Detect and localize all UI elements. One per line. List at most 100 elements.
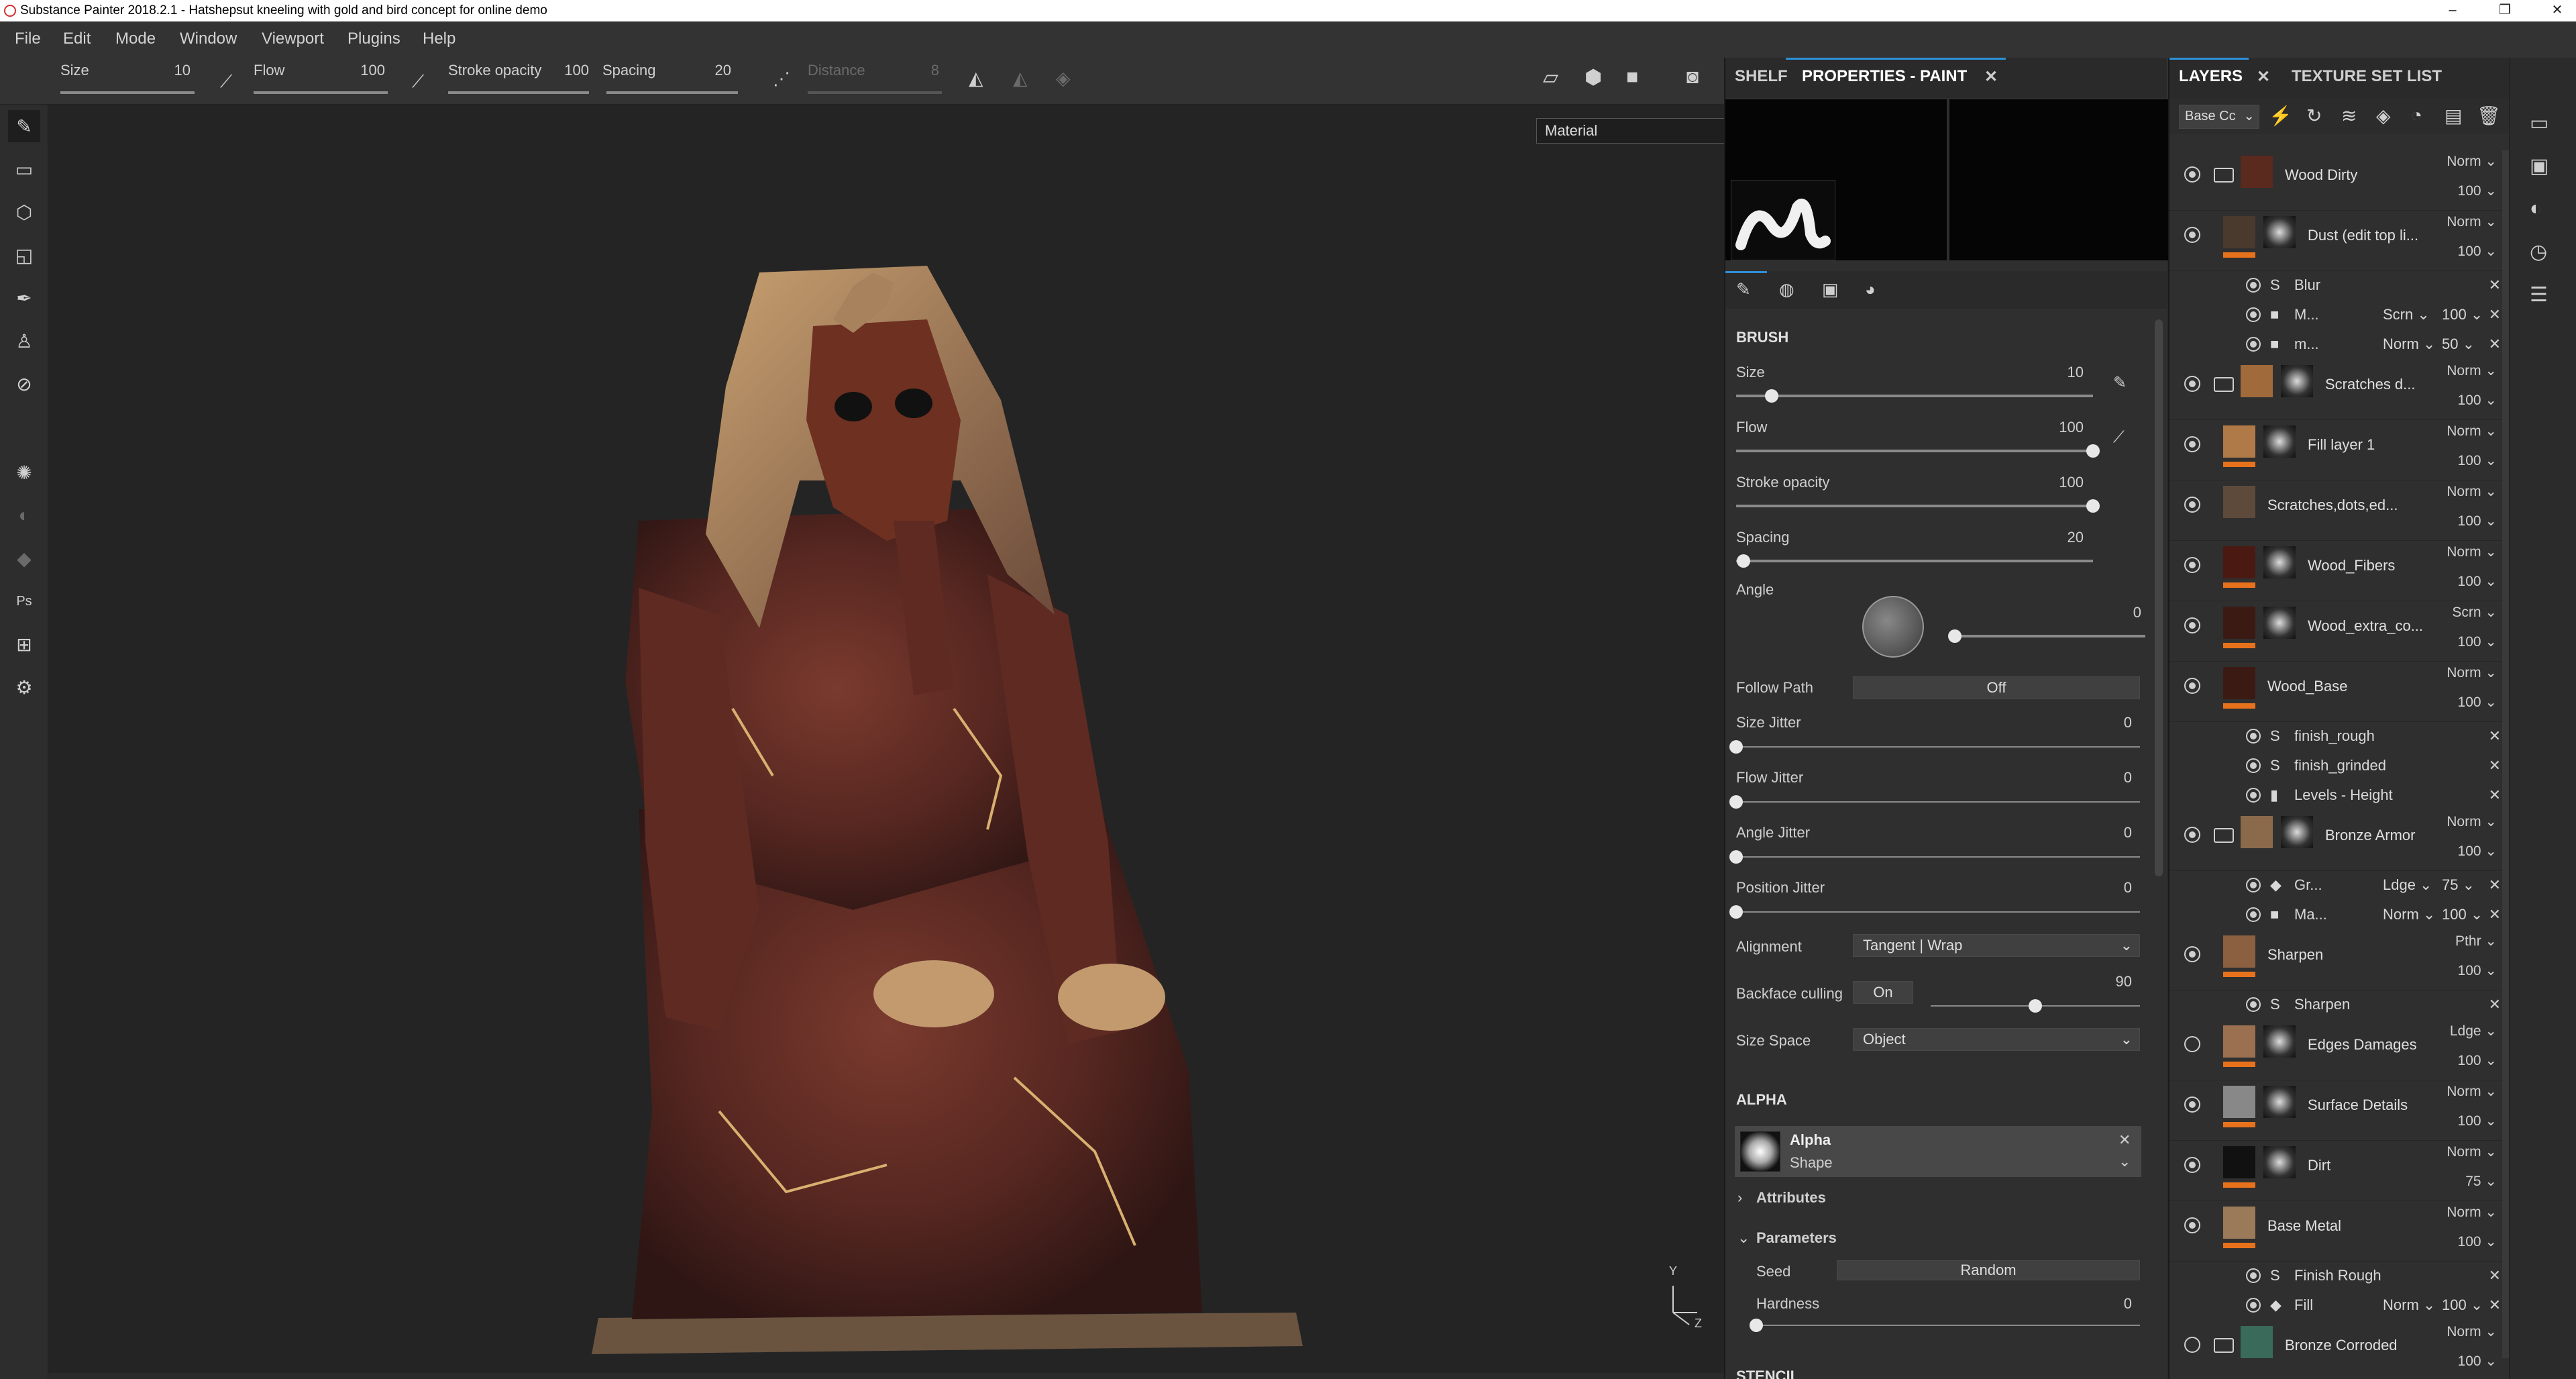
jitter-value[interactable]: 0 <box>2078 824 2132 841</box>
tab-properties-paint[interactable]: PROPERTIES - PAINT <box>1802 67 1967 86</box>
effect-row[interactable]: ▮ Levels - Height ✕ <box>2169 781 2510 811</box>
spark-icon[interactable]: ◆ <box>8 542 40 574</box>
folder-icon[interactable] <box>2214 1338 2234 1353</box>
visibility-on-icon[interactable] <box>2246 729 2261 744</box>
mask-thumbnail[interactable] <box>2281 816 2313 848</box>
mask-thumbnail[interactable] <box>2263 1146 2296 1178</box>
menu-file[interactable]: File <box>15 30 41 48</box>
opacity-value[interactable]: 100 ⌄ <box>2458 573 2497 590</box>
layer-name[interactable]: Wood Dirty <box>2285 166 2469 184</box>
stencil-category-icon[interactable]: ◕ <box>1865 279 1876 300</box>
visibility-on-icon[interactable] <box>2184 376 2200 392</box>
delete-layer-icon[interactable]: 🗑 <box>2477 105 2501 127</box>
layer-row[interactable]: Bronze Armor Norm ⌄ 100 ⌄ <box>2169 811 2510 871</box>
visibility-on-icon[interactable] <box>2184 946 2200 962</box>
photoshop-export-icon[interactable]: Ps <box>8 585 40 617</box>
layer-thumbnail[interactable] <box>2223 546 2255 578</box>
layer-name[interactable]: Wood_Fibers <box>2308 557 2469 574</box>
effect-name[interactable]: Ma... <box>2294 906 2327 923</box>
effect-row[interactable]: Sfinish_rough ✕ <box>2169 722 2510 752</box>
blend-mode-select[interactable]: Norm ⌄ <box>2447 483 2497 500</box>
angle-value[interactable]: 0 <box>2088 604 2141 621</box>
add-layer-icon[interactable]: ≋ <box>2341 105 2357 127</box>
display-settings-icon[interactable]: ▣ <box>2530 154 2548 178</box>
symmetry-axis-icon[interactable]: ◭ <box>1013 67 1028 89</box>
jitter-slider[interactable] <box>1729 795 2140 809</box>
opacity-value[interactable]: 100 ⌄ <box>2458 1113 2497 1129</box>
paint-brush-icon[interactable]: ✎ <box>8 110 40 142</box>
attributes-group[interactable]: Attributes <box>1756 1189 1826 1207</box>
layer-name[interactable]: Base Metal <box>2267 1217 2469 1235</box>
jitter-slider[interactable] <box>1729 850 2140 864</box>
visibility-on-icon[interactable] <box>2246 1298 2261 1313</box>
remove-effect-icon[interactable]: ✕ <box>2489 757 2501 774</box>
remove-effect-icon[interactable]: ✕ <box>2489 786 2501 804</box>
blend-mode-select[interactable]: Norm ⌄ <box>2447 1083 2497 1100</box>
backface-slider-knob[interactable] <box>2029 999 2042 1013</box>
param-slider[interactable] <box>1736 554 2093 568</box>
param-slider[interactable] <box>1736 389 2093 403</box>
visibility-on-icon[interactable] <box>2184 227 2200 243</box>
remove-effect-icon[interactable]: ✕ <box>2489 906 2501 923</box>
pen-pressure-icon[interactable]: ✎ <box>2113 373 2127 393</box>
jitter-value[interactable]: 0 <box>2078 769 2132 786</box>
bake-icon[interactable]: ✺ <box>8 456 40 489</box>
param-slider[interactable] <box>1736 499 2100 513</box>
remove-effect-icon[interactable]: ✕ <box>2489 1267 2501 1284</box>
layer-thumbnail[interactable] <box>2223 935 2255 968</box>
spacing-slider[interactable] <box>606 91 738 133</box>
jitter-slider-knob[interactable] <box>1729 740 1743 754</box>
material-category-icon[interactable]: ◍ <box>1779 279 1794 300</box>
environment-icon[interactable]: ◐ <box>2530 197 2542 220</box>
menu-edit[interactable]: Edit <box>63 30 91 48</box>
blend-mode-select[interactable]: Norm ⌄ <box>2447 1143 2497 1160</box>
size-slider[interactable] <box>60 91 195 133</box>
lazy-mouse-icon[interactable]: ⋰ <box>773 68 790 89</box>
opacity-value[interactable]: 100 ⌄ <box>2458 392 2497 409</box>
add-effect-icon[interactable]: ↻ <box>2306 105 2322 127</box>
blend-mode-select[interactable]: Ldge ⌄ <box>2450 1023 2497 1039</box>
visibility-on-icon[interactable] <box>2246 1268 2261 1283</box>
blend-mode-select[interactable]: Norm ⌄ <box>2447 1204 2497 1221</box>
jitter-slider[interactable] <box>1729 905 2140 919</box>
param-value[interactable]: 20 <box>2030 529 2084 546</box>
chevron-right-icon[interactable]: › <box>1737 1189 1742 1207</box>
mask-thumbnail[interactable] <box>2263 1025 2296 1058</box>
effect-row[interactable]: ■ Ma... Norm ⌄ 100 ⌄ ✕ <box>2169 901 2510 930</box>
mask-thumbnail[interactable] <box>2263 425 2296 458</box>
visibility-on-icon[interactable] <box>2246 878 2261 892</box>
effect-row[interactable]: Sfinish_grinded ✕ <box>2169 752 2510 781</box>
remove-effect-icon[interactable]: ✕ <box>2489 876 2501 894</box>
visibility-on-icon[interactable] <box>2246 997 2261 1012</box>
menu-help[interactable]: Help <box>423 30 455 48</box>
visibility-on-icon[interactable] <box>2246 758 2261 773</box>
remove-effect-icon[interactable]: ✕ <box>2489 306 2501 323</box>
effect-name[interactable]: m... <box>2294 336 2319 353</box>
effect-name[interactable]: Gr... <box>2294 876 2322 894</box>
blend-mode-select[interactable]: Scrn ⌄ <box>2383 306 2430 323</box>
brush-size-icon[interactable]: ⟋ <box>220 71 232 93</box>
jitter-slider-knob[interactable] <box>1729 850 1743 864</box>
symmetry-icon[interactable]: ◭ <box>969 67 983 89</box>
layer-row[interactable]: Dust (edit top li... Norm ⌄ 100 ⌄ <box>2169 211 2510 271</box>
add-fill-layer-icon[interactable]: ◈ <box>2376 105 2391 127</box>
layer-name[interactable]: Surface Details <box>2308 1096 2469 1114</box>
layer-name[interactable]: Wood_extra_co... <box>2308 617 2469 635</box>
visibility-on-icon[interactable] <box>2184 166 2200 183</box>
chevron-down-icon[interactable]: ⌄ <box>1737 1229 1750 1247</box>
layer-row[interactable]: Edges Damages Ldge ⌄ 100 ⌄ <box>2169 1020 2510 1080</box>
opacity-value[interactable]: 100 ⌄ <box>2458 1052 2497 1069</box>
visibility-on-icon[interactable] <box>2184 1217 2200 1233</box>
layer-row[interactable]: Base Metal Norm ⌄ 100 ⌄ <box>2169 1201 2510 1262</box>
polygon-fill-icon[interactable]: ◱ <box>8 239 40 271</box>
param-value[interactable]: 100 <box>2030 474 2084 491</box>
layer-thumbnail[interactable] <box>2241 1326 2273 1358</box>
param-slider-knob[interactable] <box>2086 499 2100 513</box>
visibility-on-icon[interactable] <box>2184 617 2200 633</box>
layer-thumbnail[interactable] <box>2223 607 2255 639</box>
layer-thumbnail[interactable] <box>2241 816 2273 848</box>
layer-row[interactable]: Surface Details Norm ⌄ 100 ⌄ <box>2169 1080 2510 1141</box>
layer-thumbnail[interactable] <box>2223 1146 2255 1178</box>
menu-viewport[interactable]: Viewport <box>262 30 324 48</box>
opacity-value[interactable]: 75 ⌄ <box>2465 1173 2497 1190</box>
